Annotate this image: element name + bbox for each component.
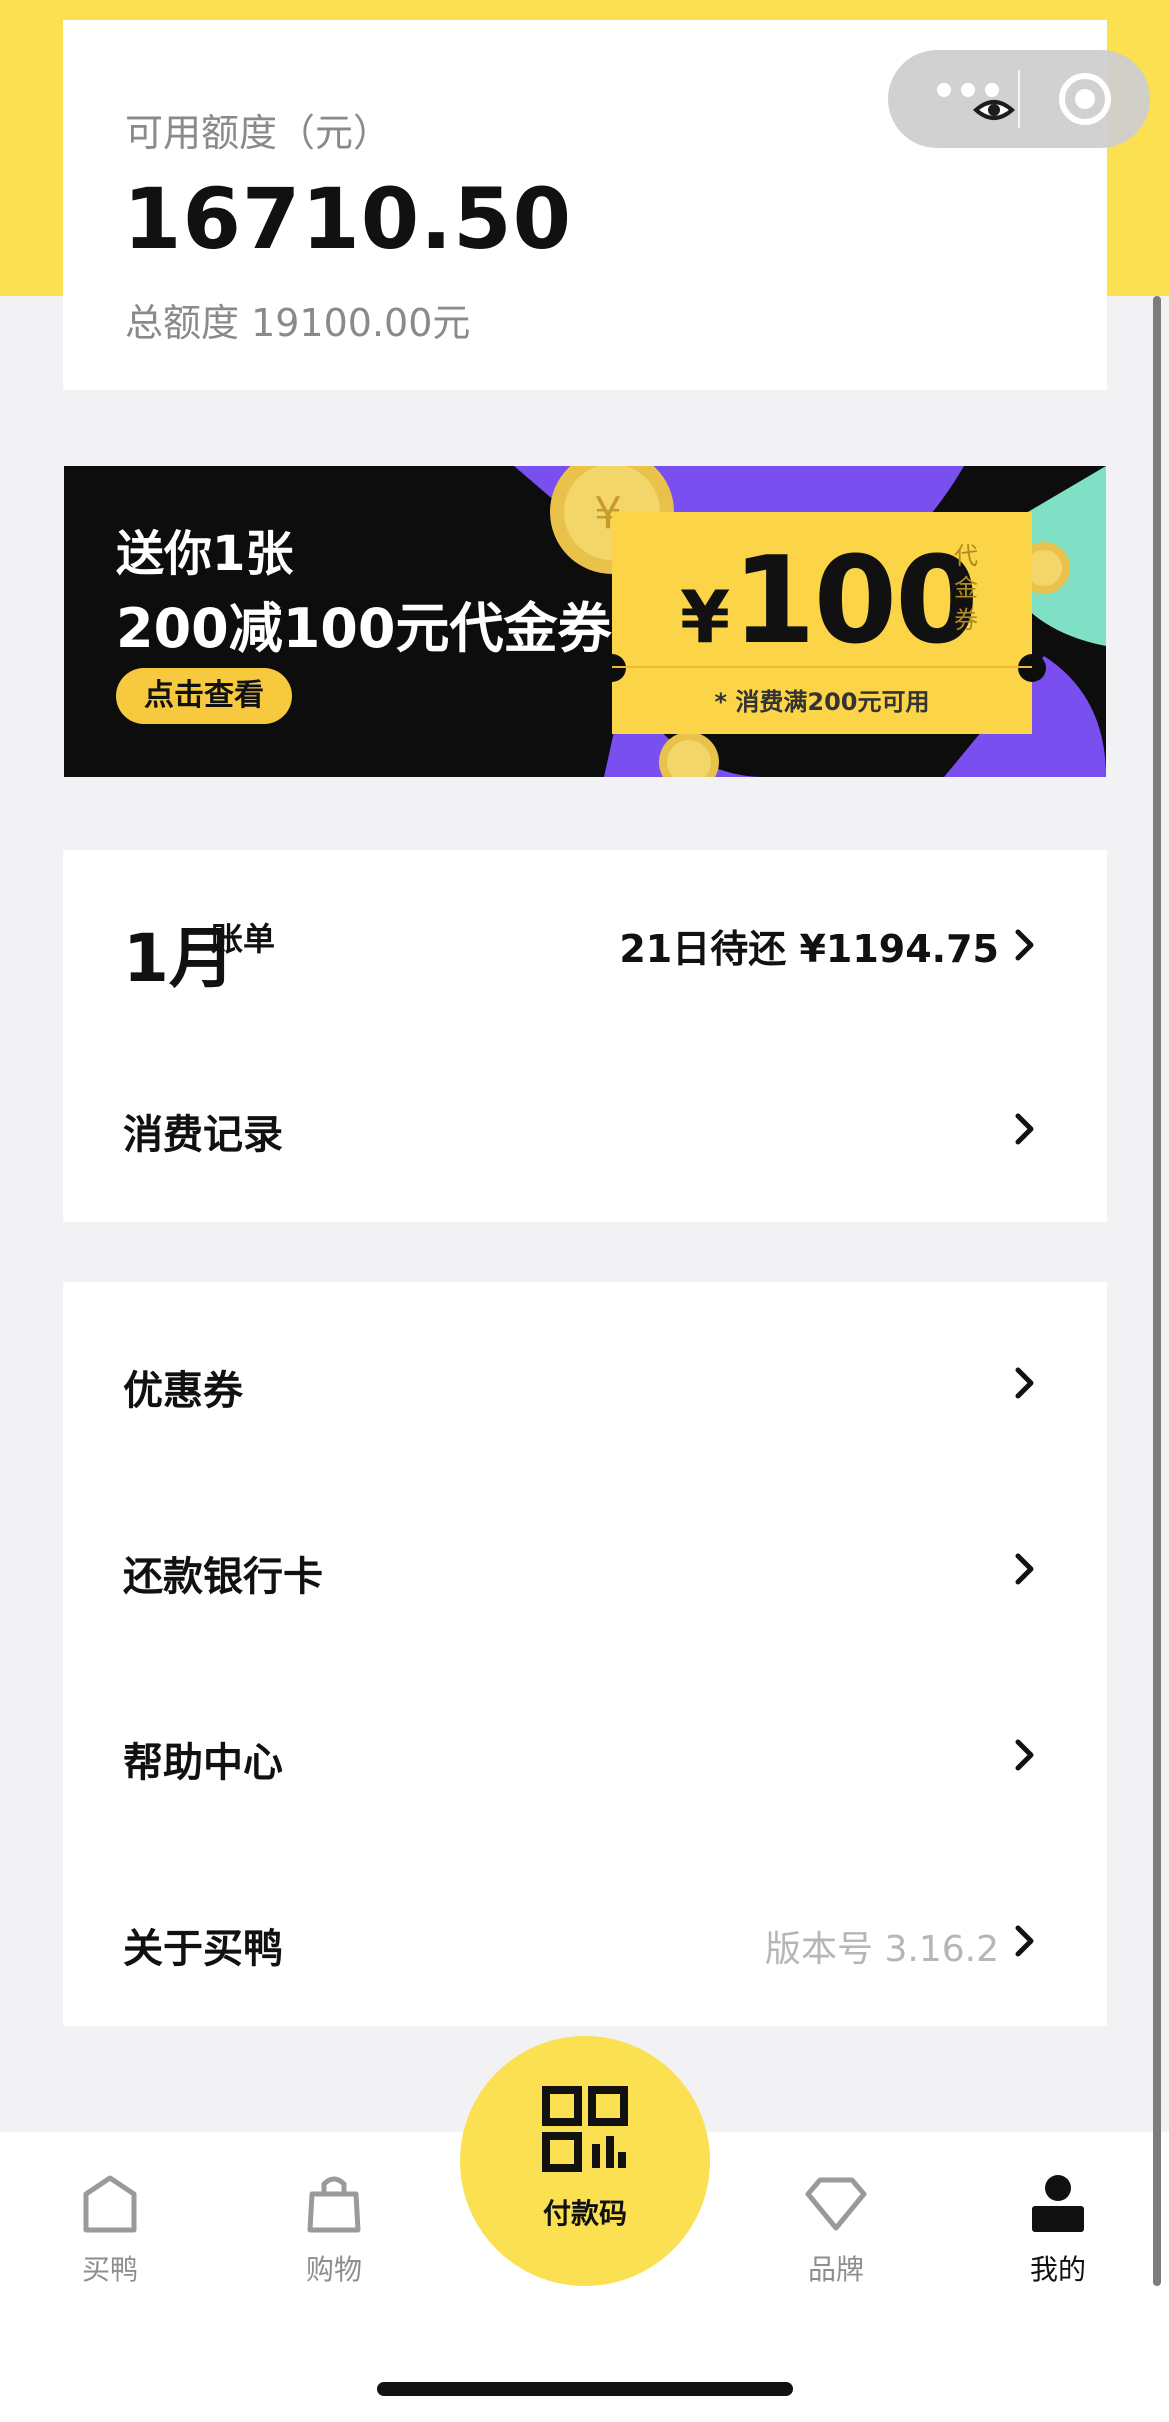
menu-item-label: 关于买鸭: [123, 1926, 283, 1972]
chevron-right-icon: [1015, 929, 1034, 961]
close-circle-icon[interactable]: [1056, 70, 1114, 128]
shopping-bag-icon: [307, 2176, 361, 2233]
promo-banner[interactable]: ¥ 送你1张 200减100元代金券 点击查看 ¥100 代金券 * 消费满20…: [64, 466, 1106, 777]
tab-label: 我的: [1029, 2253, 1086, 2286]
chevron-right-icon: [1015, 1113, 1034, 1145]
user-icon: [1032, 2175, 1084, 2232]
tab-profile[interactable]: 我的: [978, 2132, 1138, 2286]
tab-brand[interactable]: 品牌: [756, 2132, 916, 2286]
pay-code-button[interactable]: 付款码: [460, 2036, 710, 2286]
tab-label: 买鸭: [81, 2253, 138, 2286]
coupon-unit-label: 代金券: [954, 542, 978, 634]
menu-item-label: 优惠券: [123, 1368, 243, 1414]
more-dots-icon[interactable]: [924, 76, 1016, 122]
settings-menu-card: 优惠券 还款银行卡 帮助中心 关于买鸭 版本号 3.16.2: [63, 1282, 1107, 2026]
app-page: 可用额度（元） 16710.50 总额度 19100.00元 ¥ 送你1张 20…: [0, 0, 1169, 2422]
tab-label: 购物: [305, 2253, 362, 2286]
coupon-value: 100: [732, 532, 978, 671]
menu-item-coupons[interactable]: 优惠券: [63, 1322, 1107, 1442]
bill-label: 账单: [211, 920, 276, 958]
chevron-right-icon: [1015, 1367, 1034, 1399]
tab-home[interactable]: 买鸭: [30, 2132, 190, 2286]
miniprogram-capsule: [888, 50, 1150, 148]
total-credit-text: 总额度 19100.00元: [125, 301, 471, 345]
menu-item-label: 帮助中心: [123, 1740, 283, 1786]
coupon-amount: ¥100: [680, 532, 979, 671]
banner-subheadline: 200减100元代金券: [116, 597, 612, 660]
home-icon: [83, 2175, 137, 2233]
coupon-currency: ¥: [680, 575, 730, 659]
menu-item-label: 还款银行卡: [123, 1554, 323, 1600]
chevron-right-icon: [1015, 1553, 1034, 1585]
scrollbar[interactable]: [1153, 296, 1161, 2286]
diamond-icon: [805, 2177, 867, 2231]
coupon-condition: * 消费满200元可用: [714, 688, 930, 716]
banner-headline: 送你1张: [116, 526, 294, 582]
consumption-record-row[interactable]: 消费记录: [63, 1036, 1107, 1222]
bill-card: 1月 账单 21日待还 ¥1194.75 消费记录: [63, 850, 1107, 1222]
qr-code-icon: [542, 2086, 628, 2172]
coupon-notch: [1018, 654, 1046, 682]
bill-due-amount: 21日待还 ¥1194.75: [619, 927, 999, 971]
chevron-right-icon: [1015, 1739, 1034, 1771]
available-credit-value: 16710.50: [123, 170, 573, 268]
tab-shopping[interactable]: 购物: [254, 2132, 414, 2286]
menu-item-about[interactable]: 关于买鸭 版本号 3.16.2: [63, 1880, 1107, 2000]
capsule-divider: [1018, 70, 1020, 128]
coupon-notch: [598, 654, 626, 682]
monthly-bill-row[interactable]: 1月 账单 21日待还 ¥1194.75: [63, 850, 1107, 1036]
view-coupon-button[interactable]: 点击查看: [116, 668, 292, 724]
coupon-ticket: ¥100 代金券 * 消费满200元可用: [598, 512, 1046, 734]
consumption-record-label: 消费记录: [123, 1112, 283, 1158]
home-indicator[interactable]: [377, 2382, 793, 2396]
tab-label: 品牌: [807, 2253, 864, 2286]
chevron-right-icon: [1015, 1925, 1034, 1957]
available-credit-label: 可用额度（元）: [125, 111, 392, 155]
menu-item-help-center[interactable]: 帮助中心: [63, 1694, 1107, 1814]
version-number: 版本号 3.16.2: [765, 1929, 999, 1970]
menu-item-bank-card[interactable]: 还款银行卡: [63, 1508, 1107, 1628]
pay-code-label: 付款码: [542, 2197, 627, 2230]
